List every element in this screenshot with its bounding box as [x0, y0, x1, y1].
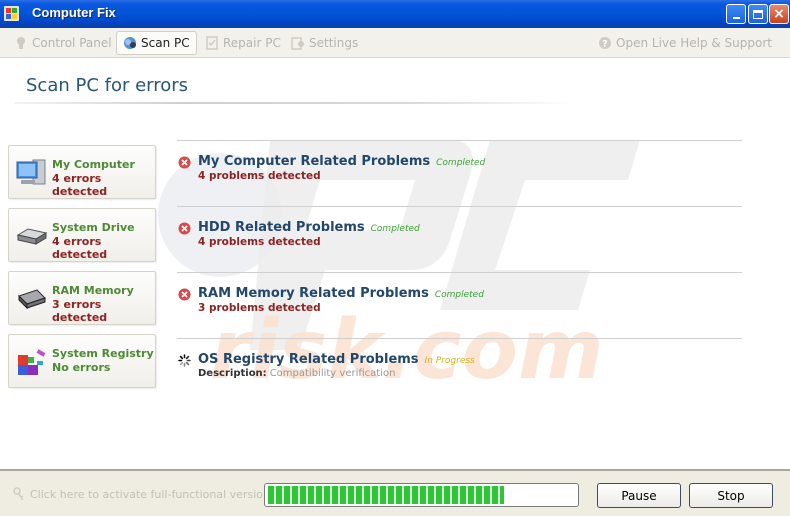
tab-settings[interactable]: Settings: [291, 31, 358, 55]
maximize-icon: [753, 9, 763, 19]
repair-icon: [206, 36, 218, 50]
result-state: In Progress: [424, 356, 475, 366]
result-state: Completed: [370, 224, 420, 234]
error-icon: [178, 222, 191, 235]
category-name: System Drive: [52, 221, 135, 234]
tab-control-panel[interactable]: Control Panel: [14, 31, 112, 55]
control-panel-icon: [17, 37, 25, 49]
help-icon: ?: [599, 37, 612, 50]
category-status: 3 errors detected: [52, 298, 108, 324]
activate-link[interactable]: Click here to activate full-functional v…: [12, 487, 270, 501]
pause-button[interactable]: Pause: [597, 483, 681, 508]
key-icon: [13, 487, 24, 501]
category-name: RAM Memory: [52, 284, 134, 297]
stop-button[interactable]: Stop: [689, 483, 773, 508]
help-support-link[interactable]: ? Open Live Help & Support: [598, 31, 772, 55]
category-card-ram-memory[interactable]: RAM Memory 3 errors detected: [8, 271, 156, 325]
scan-progress-bar: [264, 483, 579, 507]
bottom-bar: Click here to activate full-functional v…: [0, 469, 790, 516]
category-name: System Registry: [52, 347, 154, 360]
result-divider: [177, 338, 742, 339]
tab-label: Repair PC: [223, 36, 281, 50]
ram-chip-icon: [18, 289, 46, 310]
result-title: OS Registry Related Problems In Progress: [198, 352, 475, 367]
registry-icon: [18, 349, 46, 375]
tab-label: Control Panel: [32, 36, 112, 50]
result-divider: [177, 272, 742, 273]
maximize-button[interactable]: [748, 4, 768, 24]
toolbar: Control Panel Scan PC Repair PC Settings…: [0, 28, 790, 58]
result-detail: 3 problems detected: [198, 302, 321, 314]
result-detail: 4 problems detected: [198, 170, 321, 182]
page-title: Scan PC for errors: [26, 75, 189, 96]
category-card-my-computer[interactable]: My Computer 4 errors detected: [8, 145, 156, 199]
window-title: Computer Fix: [32, 5, 116, 20]
result-item: OS Registry Related Problems In Progress …: [178, 352, 738, 392]
spinner-icon: [178, 354, 191, 367]
close-button[interactable]: ×: [769, 4, 789, 24]
result-item: HDD Related Problems Completed 4 problems…: [178, 220, 738, 260]
description-label: Description:: [198, 368, 267, 379]
error-icon: [178, 288, 191, 301]
help-label: Open Live Help & Support: [616, 36, 772, 50]
computer-icon: [16, 159, 46, 185]
category-card-system-registry[interactable]: System Registry No errors: [8, 334, 156, 388]
hard-drive-icon: [16, 228, 48, 245]
result-state: Completed: [434, 290, 484, 300]
result-description: Description: Compatibility verification: [198, 368, 395, 379]
result-title: RAM Memory Related Problems Completed: [198, 286, 484, 301]
error-icon: [178, 156, 191, 169]
category-status: 4 errors detected: [52, 235, 108, 261]
result-divider: [177, 140, 742, 141]
category-card-system-drive[interactable]: System Drive 4 errors detected: [8, 208, 156, 262]
result-detail: 4 problems detected: [198, 236, 321, 248]
activate-label: Click here to activate full-functional v…: [30, 487, 270, 501]
result-item: My Computer Related Problems Completed 4 …: [178, 154, 738, 194]
svg-text:?: ?: [602, 40, 607, 50]
result-state: Completed: [436, 158, 486, 168]
scan-icon: [124, 37, 136, 49]
title-bar[interactable]: Computer Fix ×: [0, 0, 790, 28]
title-divider: [14, 102, 574, 104]
result-title: HDD Related Problems Completed: [198, 220, 420, 235]
description-value: Compatibility verification: [269, 368, 396, 379]
settings-icon: [291, 37, 304, 50]
minimize-icon: [732, 17, 740, 19]
tab-scan-pc[interactable]: Scan PC: [116, 31, 197, 55]
app-icon: [4, 6, 19, 21]
tab-label: Scan PC: [141, 36, 190, 50]
category-status: No errors: [52, 361, 111, 374]
tab-label: Settings: [309, 36, 359, 50]
result-divider: [177, 206, 742, 207]
close-icon: ×: [773, 6, 785, 22]
result-item: RAM Memory Related Problems Completed 3 p…: [178, 286, 738, 326]
category-status: 4 errors detected: [52, 172, 108, 198]
progress-fill: [268, 486, 505, 504]
tab-repair-pc[interactable]: Repair PC: [205, 31, 281, 55]
category-name: My Computer: [52, 158, 135, 171]
result-title: My Computer Related Problems Completed: [198, 154, 486, 169]
minimize-button[interactable]: [726, 4, 746, 24]
